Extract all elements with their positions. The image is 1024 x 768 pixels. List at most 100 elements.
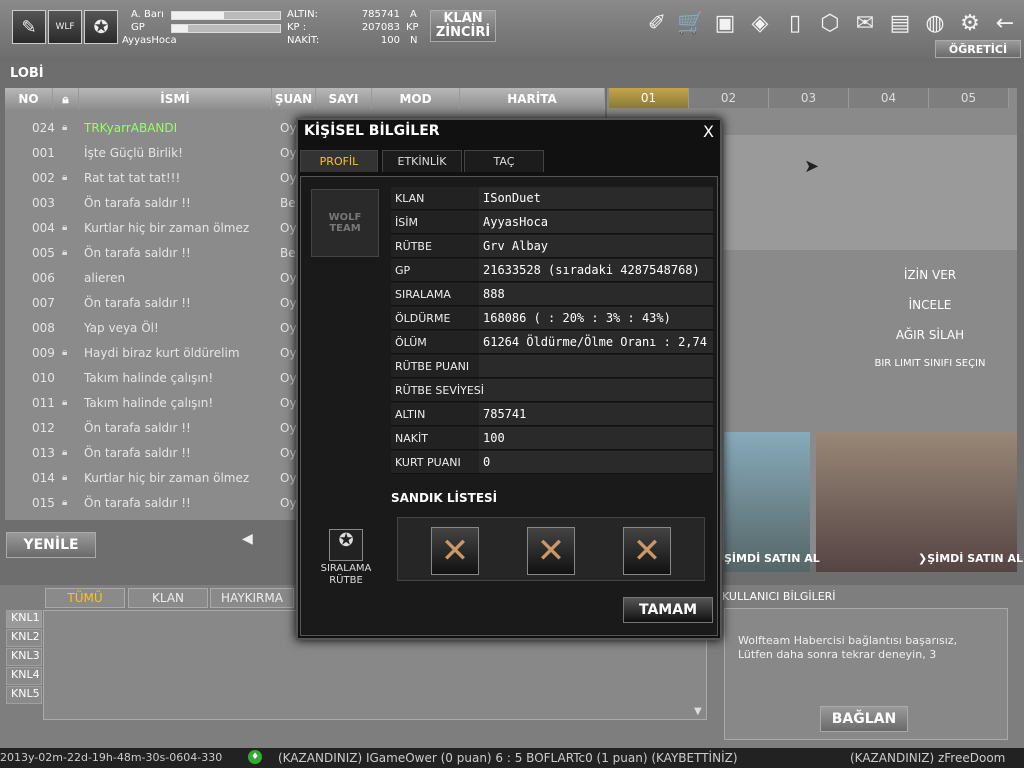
channel-tab-5[interactable]: KNL5: [6, 686, 42, 704]
nakit-unit: N: [410, 35, 418, 46]
channel-tab-4[interactable]: KNL4: [6, 667, 42, 685]
rank-emblem-icon[interactable]: ✪: [84, 10, 118, 44]
tab-etkinlik[interactable]: ETKİNLİK: [382, 150, 462, 172]
name-label: A. Barı: [131, 9, 164, 20]
field-label: ÖLÜM: [395, 336, 427, 349]
scroll-down-icon[interactable]: ▼: [694, 706, 702, 717]
ogretici-button[interactable]: ÖĞRETİCİ: [935, 40, 1021, 58]
room-tab-04[interactable]: 04: [849, 88, 929, 108]
room-number: 003: [32, 196, 55, 210]
room-number: 007: [32, 296, 55, 310]
col-count[interactable]: SAYI: [316, 88, 372, 110]
room-name: alieren: [84, 271, 126, 285]
buy-now-button-1[interactable]: ŞİMDİ SATIN AL: [724, 552, 820, 565]
lock-icon: 🔒︎: [62, 91, 69, 106]
prev-page-icon[interactable]: ◀: [242, 531, 253, 547]
field-value: 785741: [483, 407, 527, 421]
channel-tab-3[interactable]: KNL3: [6, 648, 42, 666]
cube-icon[interactable]: ⬡: [815, 8, 845, 38]
profile-row: ÖLDÜRME 168086 ( : 20% : 3% : 43%): [391, 307, 713, 330]
incele-button[interactable]: İNCELE: [875, 298, 985, 312]
gear-icon[interactable]: ⚙: [955, 8, 985, 38]
profile-row: ÖLÜM 61264 Öldürme/Ölme Oranı : 2,74: [391, 331, 713, 354]
ok-button[interactable]: TAMAM: [623, 597, 713, 623]
notepad-icon[interactable]: ✎: [12, 10, 46, 44]
room-number: 011: [32, 396, 55, 410]
kp-unit: KP: [406, 22, 419, 33]
field-label: RÜTBE: [395, 240, 432, 253]
buy-now-button-2[interactable]: ❯ŞİMDİ SATIN AL: [918, 552, 1023, 565]
wolf-logo-icon[interactable]: WLF: [48, 10, 82, 44]
col-name[interactable]: İSMİ: [79, 88, 272, 110]
profile-row: RÜTBE SEVİYESİ: [391, 379, 713, 402]
inventory-bag-icon[interactable]: ▣: [710, 8, 740, 38]
status-bar: 2013y-02m-22d-19h-48m-30s-0604-330 ♦ (KA…: [0, 748, 1024, 768]
chat-tab-klan[interactable]: KLAN: [128, 588, 208, 608]
channel-tab-1[interactable]: KNL1: [6, 610, 42, 628]
room-name: Ön tarafa saldır !!: [84, 246, 191, 260]
room-name: Ön tarafa saldır !!: [84, 421, 191, 435]
close-icon[interactable]: X: [703, 122, 714, 141]
top-bar: ✎ WLF ✪ A. Barı GP AyyasHoca ALTIN: KP :…: [0, 0, 1024, 62]
room-tab-03[interactable]: 03: [769, 88, 849, 108]
refresh-button[interactable]: YENİLE: [6, 532, 96, 558]
izin-ver-button[interactable]: İZİN VER: [875, 268, 985, 282]
limit-class-select[interactable]: BIR LIMIT SINIFI SEÇIN: [860, 358, 1000, 369]
back-arrow-icon[interactable]: ←: [990, 8, 1020, 38]
col-no[interactable]: NO: [5, 88, 53, 110]
chest-slot-2[interactable]: ✕: [527, 527, 575, 575]
field-label: NAKİT: [395, 432, 428, 445]
chest-slot-1[interactable]: ✕: [431, 527, 479, 575]
room-name: Ön tarafa saldır !!: [84, 296, 191, 310]
room-tab-01[interactable]: 01: [609, 88, 689, 108]
tab-profil[interactable]: PROFİL: [300, 150, 378, 172]
profile-card-icon[interactable]: ▤: [885, 8, 915, 38]
globe-search-icon[interactable]: ◍: [920, 8, 950, 38]
lock-icon: 🔒︎: [62, 122, 68, 133]
chest-slot-3[interactable]: ✕: [623, 527, 671, 575]
kp-label: KP :: [287, 22, 307, 33]
wolfteam-icon[interactable]: ✐: [642, 8, 672, 38]
col-map[interactable]: HARİTA: [460, 88, 605, 110]
room-name: Ön tarafa saldır !!: [84, 446, 191, 460]
col-status[interactable]: ŞUAN: [272, 88, 316, 110]
field-value: 168086 ( : 20% : 3% : 43%): [483, 311, 671, 325]
channel-tab-2[interactable]: KNL2: [6, 629, 42, 647]
room-tab-02[interactable]: 02: [689, 88, 769, 108]
col-lock[interactable]: 🔒︎: [53, 88, 79, 110]
connect-button[interactable]: BAĞLAN: [820, 706, 908, 732]
book-icon[interactable]: ▯: [780, 8, 810, 38]
room-name: Kurtlar hiç bir zaman ölmez: [84, 471, 250, 485]
room-status: Oy: [280, 446, 297, 460]
room-status: Be: [280, 196, 296, 210]
agir-silah-button[interactable]: AĞIR SİLAH: [875, 328, 985, 342]
altin-value: 785741: [361, 9, 400, 20]
match-ticker-2: (KAZANDINIZ) zFreeDoom: [850, 751, 1006, 765]
klan-zinciri-button[interactable]: KLAN ZİNCİRİ: [430, 10, 496, 42]
shop-item-2[interactable]: [816, 432, 1017, 572]
chest-list-title: SANDIK LİSTESİ: [391, 491, 498, 505]
chat-tab-haykirma[interactable]: HAYKIRMA: [210, 588, 294, 608]
room-tab-05[interactable]: 05: [929, 88, 1009, 108]
chat-tab-all[interactable]: TÜMÜ: [45, 588, 125, 608]
wolf-head-icon[interactable]: ◈: [745, 8, 775, 38]
mail-icon[interactable]: ✉: [850, 8, 880, 38]
profile-row: SIRALAMA 888: [391, 283, 713, 306]
field-value: 21633528 (sıradaki 4287548768): [483, 263, 700, 277]
col-mode[interactable]: MOD: [372, 88, 460, 110]
room-name: Ön tarafa saldır !!: [84, 196, 191, 210]
field-value: AyyasHoca: [483, 215, 549, 229]
lobby-title: LOBİ: [10, 66, 44, 81]
rank-label-line2: RÜTBE: [329, 575, 363, 586]
field-label: RÜTBE SEVİYESİ: [395, 384, 485, 397]
room-status: Oy: [280, 371, 297, 385]
shop-cart-icon[interactable]: 🛒: [676, 8, 706, 38]
room-name: Kurtlar hiç bir zaman ölmez: [84, 221, 250, 235]
profile-row: RÜTBE Grv Albay: [391, 235, 713, 258]
tab-tac[interactable]: TAÇ: [464, 150, 544, 172]
messenger-error-line2: Lütfen daha sonra tekrar deneyin, 3: [738, 648, 937, 661]
timestamp: 2013y-02m-22d-19h-48m-30s-0604-330: [0, 751, 223, 764]
shop-item-1[interactable]: [724, 432, 810, 572]
klan-zinciri-line1: KLAN: [443, 11, 483, 26]
room-status: Oy: [280, 346, 297, 360]
